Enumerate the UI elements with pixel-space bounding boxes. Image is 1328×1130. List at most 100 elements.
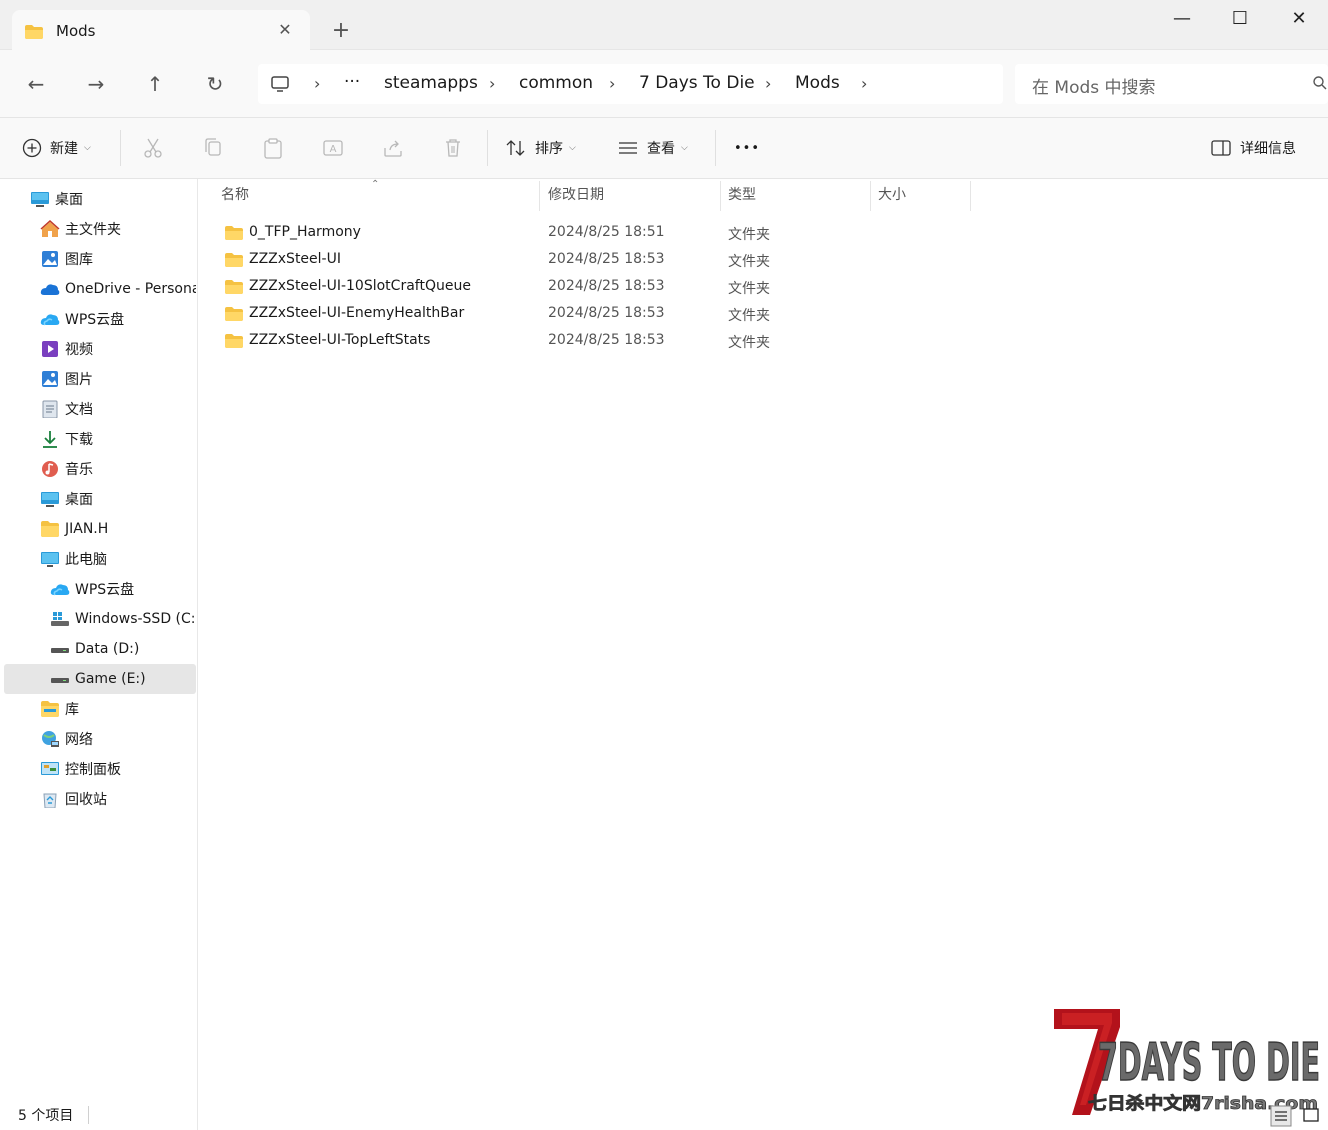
maximize-button[interactable]: ☐ <box>1228 7 1252 31</box>
sidebar-item[interactable]: 网络 <box>4 724 196 754</box>
sort-button[interactable]: 排序 ⌵ <box>505 136 576 160</box>
file-row[interactable]: 0_TFP_Harmony 2024/8/25 18:51 文件夹 <box>219 220 879 247</box>
sidebar-item[interactable]: 视频 <box>4 334 196 364</box>
sidebar-item[interactable]: 控制面板 <box>4 754 196 784</box>
sidebar-item[interactable]: 回收站 <box>4 784 196 814</box>
desktop-icon <box>41 492 59 507</box>
details-pane-button[interactable]: 详细信息 <box>1210 136 1296 160</box>
tab-close-icon[interactable]: ✕ <box>276 21 294 39</box>
breadcrumb-steamapps[interactable]: steamapps <box>384 73 478 93</box>
sidebar-item-label: OneDrive - Personal <box>65 281 196 297</box>
title-bar: Mods ✕ + — ☐ ✕ <box>0 0 1328 51</box>
sidebar-item[interactable]: 下载 <box>4 424 196 454</box>
sidebar-item-label: WPS云盘 <box>65 312 125 328</box>
delete-icon[interactable] <box>441 136 465 160</box>
file-row[interactable]: ZZZxSteel-UI-TopLeftStats 2024/8/25 18:53… <box>219 328 879 355</box>
copy-icon[interactable] <box>201 136 225 160</box>
divider <box>120 130 121 166</box>
sidebar-item[interactable]: Game (E:) <box>4 664 196 694</box>
sidebar-item[interactable]: JIAN.H <box>4 514 196 544</box>
sidebar-item-label: WPS云盘 <box>75 582 135 598</box>
search-box[interactable]: 在 Mods 中搜索 <box>1015 64 1328 104</box>
sidebar-item-label: 文档 <box>65 402 93 418</box>
windows-drive-icon <box>51 612 69 626</box>
sidebar-item[interactable]: WPS云盘 <box>4 304 196 334</box>
refresh-button[interactable]: ↻ <box>201 72 229 96</box>
breadcrumb-mods[interactable]: Mods <box>795 73 840 93</box>
share-icon[interactable] <box>381 136 405 160</box>
new-button[interactable]: 新建 ⌵ <box>22 136 91 160</box>
sidebar-item-label: 音乐 <box>65 462 93 478</box>
chevron-right-icon[interactable]: › <box>609 74 615 93</box>
sidebar-item[interactable]: Windows-SSD (C:) <box>4 604 196 634</box>
file-date: 2024/8/25 18:53 <box>548 305 665 321</box>
more-options-button[interactable]: ••• <box>734 136 760 160</box>
file-row[interactable]: ZZZxSteel-UI-EnemyHealthBar 2024/8/25 18:… <box>219 301 879 328</box>
column-divider[interactable] <box>970 181 971 211</box>
back-button[interactable]: ← <box>22 72 50 96</box>
rename-icon[interactable]: A <box>321 136 345 160</box>
download-icon <box>43 431 57 448</box>
navigation-bar: ← → ↑ ↻ › ··· steamapps › common › 7 Day… <box>0 50 1328 118</box>
breadcrumb-overflow[interactable]: ··· <box>344 72 360 92</box>
sort-icon <box>506 140 525 156</box>
sidebar-item[interactable]: 图库 <box>4 244 196 274</box>
music-icon <box>42 461 58 477</box>
file-row[interactable]: ZZZxSteel-UI 2024/8/25 18:53 文件夹 <box>219 247 879 274</box>
this-pc-icon <box>271 76 289 92</box>
file-type: 文件夹 <box>728 254 770 270</box>
chevron-right-icon[interactable]: › <box>489 74 495 93</box>
breadcrumb-common[interactable]: common <box>519 73 593 93</box>
details-view-icon[interactable] <box>1270 1105 1292 1127</box>
sort-label: 排序 <box>535 141 563 157</box>
new-tab-button[interactable]: + <box>330 20 352 42</box>
column-header-date[interactable]: 修改日期 <box>540 179 720 211</box>
sidebar-item[interactable]: 桌面 <box>4 184 196 214</box>
file-type: 文件夹 <box>728 227 770 243</box>
details-pane-icon <box>1211 140 1231 156</box>
column-header-name[interactable]: 名称 <box>213 179 539 211</box>
breadcrumb-7-days-to-die[interactable]: 7 Days To Die <box>639 73 755 93</box>
view-button[interactable]: 查看 ⌵ <box>617 136 688 160</box>
chevron-right-icon[interactable]: › <box>765 74 771 93</box>
sidebar-item[interactable]: 主文件夹 <box>4 214 196 244</box>
file-type: 文件夹 <box>728 308 770 324</box>
sidebar-item[interactable]: 库 <box>4 694 196 724</box>
sidebar-item[interactable]: WPS云盘 <box>4 574 196 604</box>
sidebar-item[interactable]: Data (D:) <box>4 634 196 664</box>
up-button[interactable]: ↑ <box>141 72 169 96</box>
tab-mods[interactable]: Mods ✕ <box>12 10 310 51</box>
chevron-right-icon[interactable]: › <box>861 74 867 93</box>
file-date: 2024/8/25 18:53 <box>548 251 665 267</box>
sidebar-item[interactable]: 桌面 <box>4 484 196 514</box>
tiles-view-icon[interactable] <box>1300 1105 1322 1127</box>
column-header-type[interactable]: 类型 <box>720 179 870 211</box>
search-icon[interactable] <box>1312 75 1328 91</box>
folder-icon <box>225 334 243 348</box>
sidebar-item[interactable]: 音乐 <box>4 454 196 484</box>
paste-icon[interactable] <box>261 136 285 160</box>
sidebar-item[interactable]: 图片 <box>4 364 196 394</box>
video-icon <box>42 341 58 357</box>
forward-button[interactable]: → <box>82 72 110 96</box>
folder-icon <box>225 226 243 240</box>
view-list-icon <box>619 142 637 154</box>
cut-icon[interactable] <box>141 136 165 160</box>
search-input[interactable]: 在 Mods 中搜索 <box>1032 73 1156 98</box>
sidebar-item[interactable]: OneDrive - Personal <box>4 274 196 304</box>
sidebar-item[interactable]: 此电脑 <box>4 544 196 574</box>
sidebar-item-label: Windows-SSD (C:) <box>75 611 196 627</box>
column-header-size[interactable]: 大小 <box>870 179 970 211</box>
sidebar-item-label: 主文件夹 <box>65 222 121 238</box>
wps-cloud-icon <box>40 314 60 326</box>
file-date: 2024/8/25 18:53 <box>548 332 665 348</box>
folder-icon <box>225 253 243 267</box>
sidebar-item-label: 此电脑 <box>65 552 107 568</box>
file-row[interactable]: ZZZxSteel-UI-10SlotCraftQueue 2024/8/25 1… <box>219 274 879 301</box>
minimize-button[interactable]: — <box>1170 7 1194 31</box>
chevron-right-icon[interactable]: › <box>314 74 320 93</box>
sidebar-item-label: 下载 <box>65 432 93 448</box>
address-bar[interactable]: › ··· steamapps › common › 7 Days To Die… <box>258 64 1003 104</box>
sidebar-item[interactable]: 文档 <box>4 394 196 424</box>
close-button[interactable]: ✕ <box>1287 7 1311 31</box>
